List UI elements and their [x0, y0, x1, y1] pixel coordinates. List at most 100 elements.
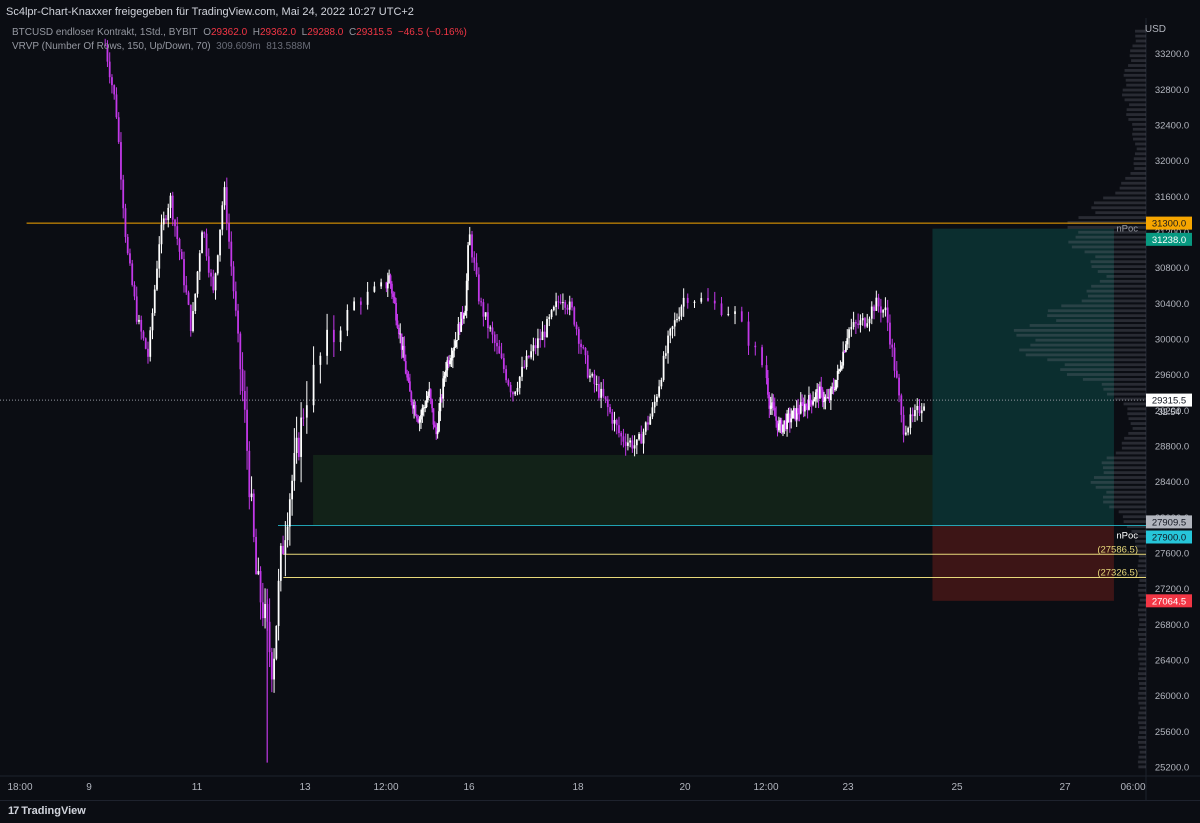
chart-legend: BTCUSD endloser Kontrakt, 1Std., BYBIT O…	[12, 26, 467, 54]
candle-body	[429, 389, 432, 400]
volume-profile-bar	[1137, 633, 1146, 636]
candle-body	[653, 401, 656, 408]
symbol-label[interactable]: BTCUSD endloser Kontrakt, 1Std., BYBIT	[12, 27, 198, 38]
candle-body	[108, 61, 111, 78]
candle-body	[484, 312, 487, 317]
candle-body	[727, 313, 730, 316]
candle-body	[450, 358, 453, 361]
candle-body	[812, 401, 814, 405]
open-label: O	[203, 27, 211, 38]
candle-body	[124, 208, 127, 237]
candle-body	[573, 307, 576, 325]
candle-body	[629, 440, 632, 443]
candle-body	[575, 324, 578, 330]
share-header: Sc4lpr-Chart-Knaxxer freigegeben für Tra…	[6, 6, 414, 18]
candle-body	[346, 309, 349, 331]
candle-body	[255, 536, 257, 575]
high-value: 29362.0	[259, 27, 297, 38]
candle-body	[431, 399, 433, 409]
indicator-value-2: 813.588M	[266, 41, 311, 52]
candle-body	[791, 410, 794, 419]
candle-body	[523, 366, 526, 368]
volume-profile-bar	[1130, 172, 1146, 175]
candle-body	[840, 365, 843, 370]
candle-body	[138, 319, 140, 322]
candle-body	[507, 380, 510, 385]
candle-body	[638, 433, 640, 440]
volume-profile-bar	[1118, 510, 1146, 514]
indicator-label[interactable]: VRVP (Number Of Rows, 150, Up/Down, 70)	[12, 41, 211, 52]
volume-profile-bar	[1137, 608, 1146, 612]
candle-body	[203, 232, 206, 234]
volume-profile-bar	[1136, 549, 1146, 553]
price-tick-label: 27200.0	[1155, 584, 1189, 595]
candle-body	[700, 298, 703, 302]
candle-body	[552, 306, 555, 311]
candle-body	[820, 386, 823, 390]
badge-last-price: 29315.5	[1152, 396, 1186, 407]
volume-profile-bar	[1138, 711, 1146, 715]
candle-body	[609, 407, 611, 413]
candle-body	[212, 276, 215, 291]
volume-profile-bar	[1126, 108, 1146, 112]
candle-body	[207, 256, 210, 273]
candle-body	[678, 316, 681, 320]
candle-body	[557, 301, 560, 303]
volume-profile-bar	[1138, 603, 1146, 607]
candle-body	[149, 330, 152, 357]
volume-profile-bar	[1093, 476, 1146, 479]
volume-profile-bar	[1137, 652, 1146, 656]
price-tick-label: 30000.0	[1155, 335, 1189, 346]
candle-body	[185, 285, 188, 293]
candle-body	[288, 499, 291, 527]
candle-body	[257, 571, 260, 575]
candle-body	[404, 361, 407, 374]
candle-body	[667, 335, 669, 354]
candle-body	[438, 411, 440, 432]
candle-body	[122, 179, 125, 209]
candle-body	[914, 410, 916, 417]
tradingview-logo[interactable]: 17 TradingView	[8, 805, 86, 817]
candle-body	[131, 263, 134, 285]
candle-body	[312, 364, 315, 406]
candle-body	[487, 312, 489, 329]
candle-body	[597, 383, 600, 398]
candle-body	[775, 416, 778, 421]
candle-body	[391, 283, 393, 294]
candle-body	[891, 344, 894, 348]
candle-body	[305, 405, 308, 418]
candle-body	[453, 346, 456, 351]
candle-body	[425, 400, 428, 408]
candle-body	[451, 350, 454, 359]
candle-body	[527, 355, 530, 358]
candle-body	[284, 540, 287, 554]
volume-profile-bar	[1122, 515, 1146, 519]
close-value: 29315.5	[356, 27, 393, 38]
candle-body	[427, 395, 429, 401]
price-tick-label: 32000.0	[1155, 156, 1189, 167]
candle-body	[600, 388, 603, 398]
price-chart[interactable]: 25200.025600.026000.026400.026800.027200…	[0, 0, 1200, 822]
candle-body	[189, 304, 192, 331]
volume-profile-bar	[1138, 593, 1146, 597]
volume-profile-bar	[1139, 750, 1146, 754]
volume-profile-bar	[1095, 211, 1146, 215]
volume-profile-bar	[1124, 436, 1146, 440]
candle-body	[142, 331, 145, 339]
candle-body	[129, 253, 131, 264]
candle-body	[842, 351, 845, 366]
candle-body	[676, 319, 678, 321]
candle-body	[243, 391, 246, 410]
candle-body	[761, 347, 763, 366]
candle-body	[439, 397, 442, 412]
price-tick-label: 25200.0	[1155, 763, 1189, 774]
volume-profile-bar	[1139, 598, 1146, 602]
candle-body	[848, 329, 850, 339]
level-label-27586: (27586.5)	[1097, 544, 1138, 555]
candle-body	[319, 355, 322, 365]
volume-profile-bar	[1132, 132, 1146, 136]
volume-profile-bar	[1115, 191, 1146, 195]
volume-profile-bar	[1132, 127, 1146, 131]
currency-label[interactable]: USD	[1145, 24, 1166, 35]
candle-body	[801, 402, 804, 404]
